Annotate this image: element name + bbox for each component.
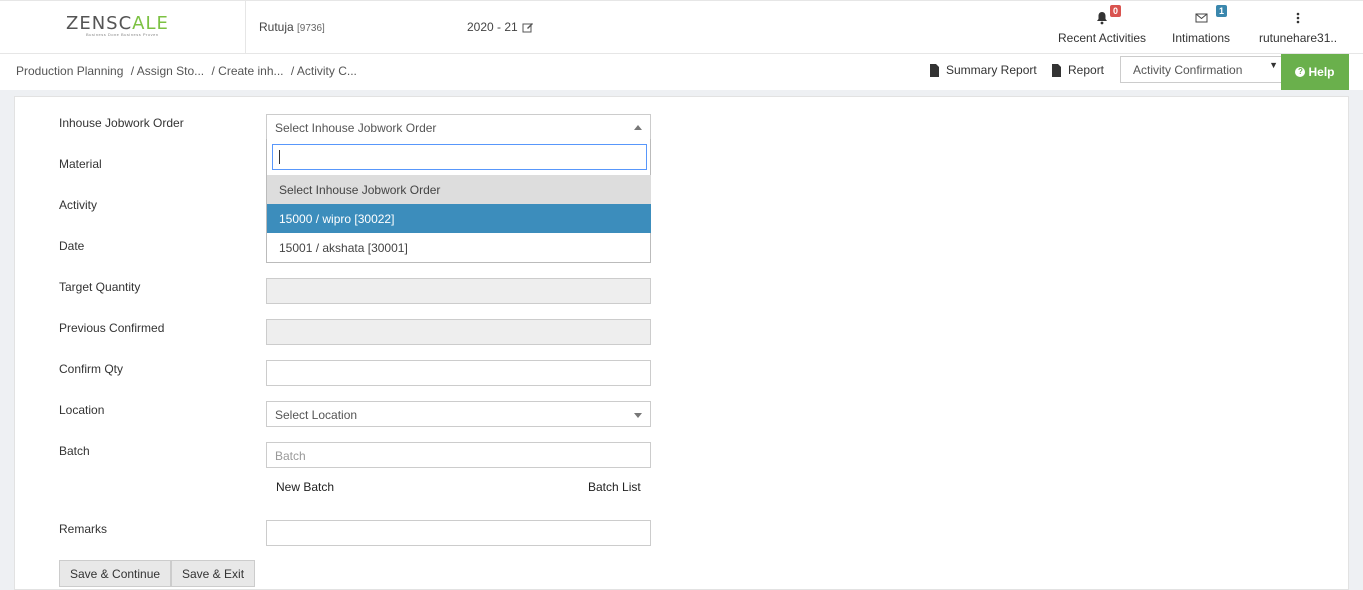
bell-icon: 0 [1058,5,1146,27]
batch-placeholder: Batch [275,449,306,463]
logo-text-right: LE [145,13,169,34]
user-code: [9736] [297,23,325,34]
label-batch: Batch [59,444,90,458]
report-link[interactable]: Report [1051,63,1104,77]
question-icon: ? [1295,67,1306,77]
label-location: Location [59,403,105,417]
activity-type-value: Activity Confirmation [1133,63,1243,77]
edit-icon[interactable] [522,21,534,33]
document-icon [930,63,939,77]
dropdown-option[interactable]: 15000 / wipro [30022] [267,204,651,233]
label-inhouse-jobwork-order: Inhouse Jobwork Order [59,116,184,130]
form-panel [14,96,1349,590]
account-menu[interactable]: rutunehare31.. [1259,9,1337,45]
label-confirm-qty: Confirm Qty [59,362,124,376]
location-value: Select Location [275,408,358,422]
recent-activities-count: 0 [1110,5,1122,17]
save-exit-button[interactable]: Save & Exit [171,560,256,587]
sub-header: Production Planning / Assign Sto... / Cr… [0,54,1363,90]
more-vertical-icon [1259,11,1337,27]
financial-year-label: 2020 - 21 [467,20,518,34]
inhouse-jobwork-order-value: Select Inhouse Jobwork Order [275,121,437,135]
batch-list-link[interactable]: Batch List [588,480,641,494]
dropdown-option[interactable]: Select Inhouse Jobwork Order [267,175,651,204]
confirm-qty-input[interactable] [266,360,651,386]
help-label: Help [1308,65,1335,79]
dropdown-option[interactable]: 15001 / akshata [30001] [267,233,651,262]
recent-activities[interactable]: 0 Recent Activities [1058,5,1147,45]
document-icon [1052,63,1061,77]
text-cursor [279,150,280,164]
save-continue-button[interactable]: Save & Continue [59,560,172,587]
inhouse-jobwork-order-select[interactable]: Select Inhouse Jobwork Order [266,114,651,140]
new-batch-link[interactable]: New Batch [276,480,334,494]
breadcrumb-item-activity: / Activity C... [290,64,357,78]
label-activity: Activity [59,198,98,212]
breadcrumb-item-create-inhouse[interactable]: / Create inh... [211,64,283,78]
breadcrumb-item-production-planning[interactable]: Production Planning [16,64,123,78]
logo-tagline: Business Done Business Proven [86,32,159,37]
help-button[interactable]: ? Help [1281,54,1349,90]
dropdown-search-input[interactable] [272,144,647,170]
remarks-input[interactable] [266,520,651,546]
previous-confirmed-field [266,319,651,345]
label-material: Material [59,157,102,171]
summary-report-link[interactable]: Summary Report [929,63,1037,77]
batch-input[interactable]: Batch [266,442,651,468]
intimations-count: 1 [1216,5,1228,17]
financial-year[interactable]: 2020 - 21 [467,20,534,34]
label-date: Date [59,239,85,253]
envelope-icon: 1 [1172,5,1230,27]
logo-area[interactable]: ZENSCALE Business Done Business Proven [0,1,246,54]
report-label: Report [1068,63,1105,77]
intimations[interactable]: 1 Intimations [1172,5,1231,45]
account-label: rutunehare31.. [1259,31,1338,45]
jobwork-order-dropdown: Select Inhouse Jobwork Order 15000 / wip… [266,139,651,263]
activity-type-select[interactable]: Activity Confirmation ▼ [1120,56,1283,83]
caret-down-icon [634,413,642,418]
intimations-label: Intimations [1172,31,1231,45]
label-remarks: Remarks [59,522,108,536]
caret-down-icon: ▼ [1269,60,1278,70]
summary-report-label: Summary Report [946,63,1037,77]
user-name: Rutuja [259,20,294,34]
top-header: ZENSCALE Business Done Business Proven R… [0,0,1363,54]
breadcrumb: Production Planning / Assign Sto... / Cr… [16,64,361,78]
logo-text-left: ZENSC [66,13,133,34]
recent-activities-label: Recent Activities [1058,31,1147,45]
label-target-quantity: Target Quantity [59,280,141,294]
logo[interactable]: ZENSCALE [66,13,169,34]
logo-text-accent: A [132,13,146,34]
breadcrumb-item-assign-stock[interactable]: / Assign Sto... [131,64,204,78]
current-user: Rutuja [9736] [259,20,325,34]
caret-up-icon [634,125,642,130]
location-select[interactable]: Select Location [266,401,651,427]
label-previous-confirmed: Previous Confirmed [59,321,165,335]
target-quantity-field [266,278,651,304]
